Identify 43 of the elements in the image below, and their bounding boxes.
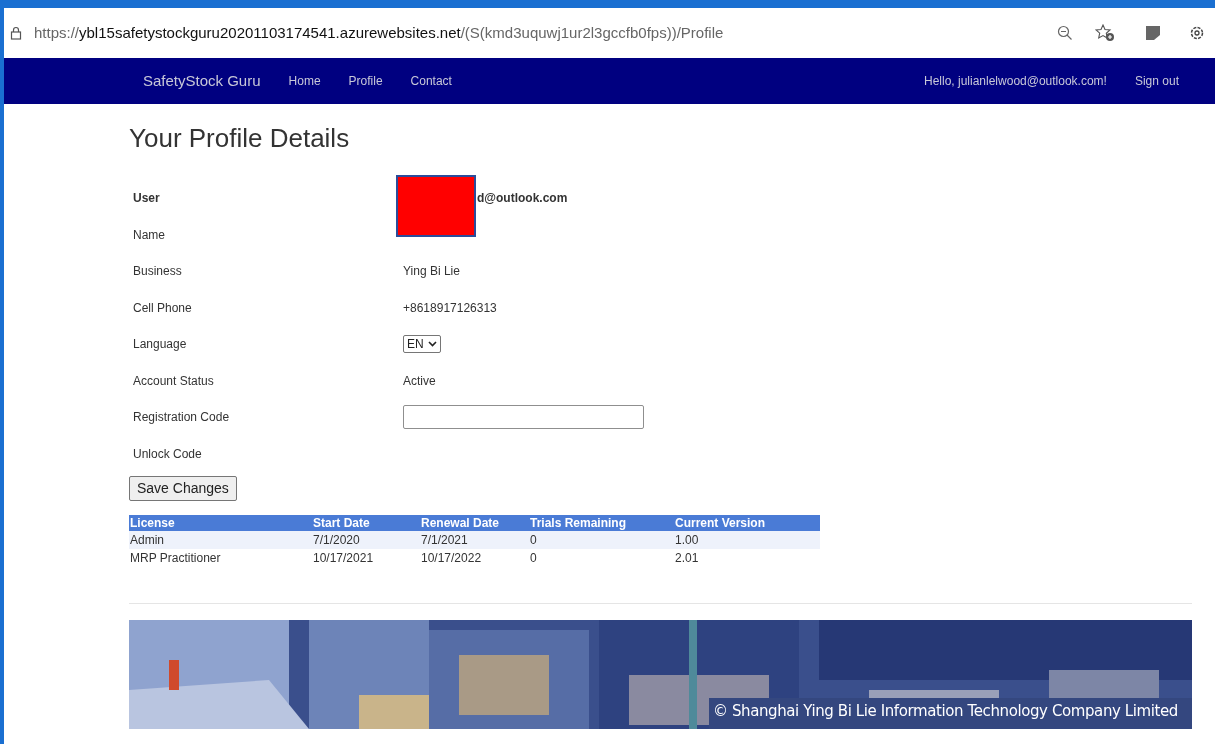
zoom-out-icon[interactable]: [1057, 25, 1073, 41]
table-cell-text: 2.01: [674, 550, 700, 567]
table-cell-text: 7/1/2020: [312, 532, 361, 549]
settings-icon[interactable]: [1189, 25, 1205, 41]
column-header: License: [129, 515, 176, 531]
field-value: +8618917126313: [403, 299, 497, 317]
field-label: Language: [132, 336, 188, 354]
field-label: User: [132, 190, 161, 208]
favorite-add-icon[interactable]: [1095, 24, 1115, 42]
table-cell-text: 7/1/2021: [420, 532, 469, 549]
table-cell-text: 1.00: [674, 532, 700, 549]
brand-link[interactable]: SafetyStock Guru: [143, 69, 261, 93]
field-label: Business: [132, 263, 183, 281]
table-cell-text: MRP Practitioner: [129, 550, 222, 567]
field-label: Unlock Code: [132, 445, 203, 463]
field-label: Account Status: [132, 372, 215, 390]
nav-link[interactable]: Home: [288, 72, 321, 90]
table-cell-text: 10/17/2022: [420, 550, 483, 567]
field-label: Cell Phone: [132, 299, 193, 317]
column-header: Current Version: [674, 515, 767, 531]
table-cell-text: Admin: [129, 532, 165, 549]
nav-link[interactable]: Contact: [410, 72, 452, 90]
nav-link[interactable]: Profile: [348, 72, 383, 90]
chevron-down-icon: [427, 341, 437, 348]
field-value: Active: [403, 372, 436, 390]
page-title: Your Profile Details: [129, 122, 351, 154]
field-value: Ying Bi Lie: [403, 263, 460, 281]
table-cell-text: 0: [529, 550, 538, 567]
sign-out-link[interactable]: Sign out: [1134, 72, 1179, 90]
save-changes-button[interactable]: Save Changes: [129, 476, 237, 501]
lock-icon: [10, 26, 22, 40]
greeting-link[interactable]: Hello, julianlelwood@outlook.com!: [924, 72, 1107, 90]
copyright-text: © Shanghai Ying Bi Lie Information Technology Company Limited: [712, 700, 1178, 722]
column-header: Renewal Date: [420, 515, 501, 531]
table-cell-text: 10/17/2021: [312, 550, 375, 567]
field-label: Name: [132, 226, 166, 244]
field-value: d@outlook.com: [477, 190, 568, 208]
language-select[interactable]: EN: [403, 335, 441, 354]
field-label: Registration Code: [132, 409, 231, 427]
registration-code-field[interactable]: [403, 405, 644, 430]
table-cell-text: 0: [529, 532, 538, 549]
column-header: Start Date: [312, 515, 371, 531]
column-header: Trials Remaining: [529, 515, 628, 531]
